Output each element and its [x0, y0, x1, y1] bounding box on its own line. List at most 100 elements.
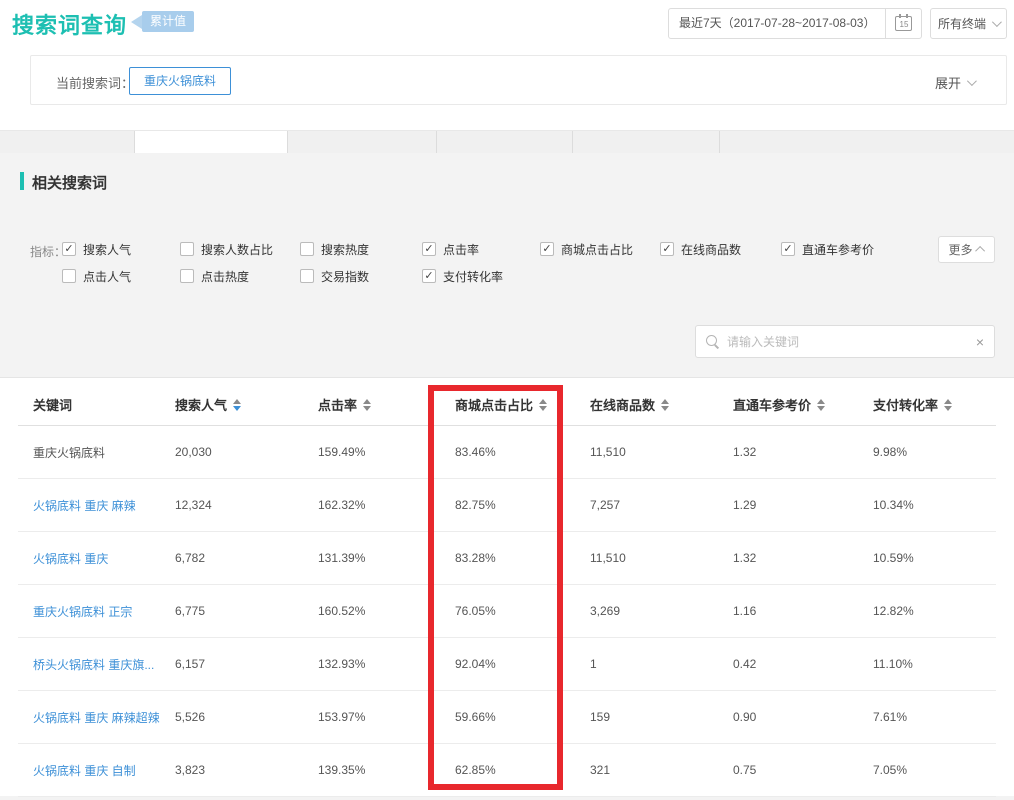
- metric-checkbox-online-products[interactable]: ✓ 在线商品数: [660, 241, 741, 257]
- keyword-link[interactable]: 桥头火锅底料 重庆旗...: [33, 658, 154, 672]
- sort-icon[interactable]: [539, 399, 547, 411]
- keyword-link[interactable]: 火锅底料 重庆 自制: [33, 764, 136, 778]
- sort-icon[interactable]: [233, 399, 241, 411]
- column-header-ztc-price[interactable]: 直通车参考价: [718, 395, 858, 414]
- column-header-search-popularity[interactable]: 搜索人气: [160, 395, 303, 414]
- page-title: 搜索词查询: [12, 8, 127, 40]
- current-term-button[interactable]: 重庆火锅底料: [129, 67, 231, 95]
- mall-click-ratio-cell: 83.46%: [440, 445, 575, 459]
- chevron-down-icon: [967, 76, 977, 86]
- online-products-cell: 7,257: [575, 498, 718, 512]
- tab-3[interactable]: [288, 131, 437, 154]
- metric-label: 点击率: [443, 241, 479, 258]
- column-header-mall-click-ratio[interactable]: 商城点击占比: [440, 395, 575, 414]
- keyword-cell: 重庆火锅底料 正宗: [18, 603, 160, 620]
- mall-click-ratio-cell: 76.05%: [440, 604, 575, 618]
- online-products-cell: 11,510: [575, 551, 718, 565]
- sort-icon[interactable]: [817, 399, 825, 411]
- pay-conversion-cell: 7.05%: [858, 763, 996, 777]
- checkbox-icon[interactable]: [300, 269, 314, 283]
- metric-checkbox-trade-index[interactable]: 交易指数: [300, 268, 369, 284]
- keyword-cell: 火锅底料 重庆: [18, 550, 160, 567]
- column-header-keyword: 关键词: [18, 395, 160, 414]
- keyword-cell: 重庆火锅底料: [18, 444, 160, 461]
- expand-toggle[interactable]: 展开: [935, 73, 974, 92]
- online-products-cell: 321: [575, 763, 718, 777]
- ztc-price-cell: 1.29: [718, 498, 858, 512]
- metric-checkbox-click-popularity[interactable]: 点击人气: [62, 268, 131, 284]
- tab-4[interactable]: [437, 131, 573, 154]
- keyword-link[interactable]: 火锅底料 重庆 麻辣超辣: [33, 711, 160, 725]
- keyword-cell: 桥头火锅底料 重庆旗...: [18, 656, 160, 673]
- calendar-button[interactable]: 15: [885, 9, 921, 38]
- checkbox-icon[interactable]: [180, 269, 194, 283]
- ctr-cell: 159.49%: [303, 445, 440, 459]
- tab-2-active[interactable]: [135, 131, 288, 154]
- online-products-cell: 159: [575, 710, 718, 724]
- pay-conversion-cell: 7.61%: [858, 710, 996, 724]
- table-row: 火锅底料 重庆 麻辣 12,324 162.32% 82.75% 7,257 1…: [18, 479, 996, 532]
- tab-6[interactable]: [720, 131, 1014, 154]
- sort-icon[interactable]: [363, 399, 371, 411]
- ctr-cell: 162.32%: [303, 498, 440, 512]
- tab-1[interactable]: [0, 131, 135, 154]
- metric-checkbox-pay-conversion[interactable]: ✓ 支付转化率: [422, 268, 503, 284]
- keyword-cell: 火锅底料 重庆 自制: [18, 762, 160, 779]
- current-term-label: 当前搜索词：: [56, 73, 134, 92]
- terminal-dropdown-label: 所有终端: [938, 15, 986, 32]
- online-products-cell: 11,510: [575, 445, 718, 459]
- column-header-ctr[interactable]: 点击率: [303, 395, 440, 414]
- checkbox-icon[interactable]: [180, 242, 194, 256]
- metric-checkbox-mall-click-ratio[interactable]: ✓ 商城点击占比: [540, 241, 633, 257]
- metric-label: 搜索人气: [83, 241, 131, 258]
- table-row: 桥头火锅底料 重庆旗... 6,157 132.93% 92.04% 1 0.4…: [18, 638, 996, 691]
- checkbox-icon[interactable]: ✓: [540, 242, 554, 256]
- keyword-link[interactable]: 火锅底料 重庆 麻辣: [33, 499, 136, 513]
- checkbox-icon[interactable]: [300, 242, 314, 256]
- section-title: 相关搜索词: [32, 172, 107, 193]
- search-popularity-cell: 3,823: [160, 763, 303, 777]
- metric-checkbox-ztc-price[interactable]: ✓ 直通车参考价: [781, 241, 874, 257]
- column-header-pay-conversion[interactable]: 支付转化率: [858, 395, 996, 414]
- metric-checkbox-ctr[interactable]: ✓ 点击率: [422, 241, 479, 257]
- tab-strip: [0, 130, 1014, 153]
- keyword-cell: 火锅底料 重庆 麻辣: [18, 497, 160, 514]
- metric-checkbox-search-popularity[interactable]: ✓ 搜索人气: [62, 241, 131, 257]
- date-range-text: 最近7天（2017-07-28~2017-08-03）: [669, 9, 885, 38]
- more-button[interactable]: 更多: [938, 236, 995, 263]
- mall-click-ratio-cell: 59.66%: [440, 710, 575, 724]
- ctr-cell: 132.93%: [303, 657, 440, 671]
- metric-label: 交易指数: [321, 268, 369, 285]
- keyword-search-input[interactable]: [727, 335, 976, 349]
- metric-checkbox-click-heat[interactable]: 点击热度: [180, 268, 249, 284]
- sort-icon[interactable]: [944, 399, 952, 411]
- column-header-online-products[interactable]: 在线商品数: [575, 395, 718, 414]
- date-range-picker[interactable]: 最近7天（2017-07-28~2017-08-03） 15: [668, 8, 922, 39]
- online-products-cell: 1: [575, 657, 718, 671]
- checkbox-icon[interactable]: ✓: [422, 242, 436, 256]
- metric-checkbox-search-heat[interactable]: 搜索热度: [300, 241, 369, 257]
- checkbox-icon[interactable]: ✓: [781, 242, 795, 256]
- checkbox-icon[interactable]: [62, 269, 76, 283]
- checkbox-icon[interactable]: ✓: [660, 242, 674, 256]
- keyword-link[interactable]: 重庆火锅底料 正宗: [33, 605, 132, 619]
- terminal-dropdown[interactable]: 所有终端: [930, 8, 1007, 39]
- search-popularity-cell: 12,324: [160, 498, 303, 512]
- keyword-link[interactable]: 火锅底料 重庆: [33, 552, 108, 566]
- table-row: 火锅底料 重庆 自制 3,823 139.35% 62.85% 321 0.75…: [18, 744, 996, 797]
- related-terms-table: 关键词 搜索人气 点击率 商城点击占比 在线商品数 直通车参考价 支付转化率 重…: [0, 377, 1014, 796]
- clear-icon[interactable]: ×: [976, 335, 984, 349]
- metric-label: 商城点击占比: [561, 241, 633, 258]
- checkbox-icon[interactable]: ✓: [422, 269, 436, 283]
- metrics-label: 指标：: [30, 243, 66, 260]
- search-popularity-cell: 6,157: [160, 657, 303, 671]
- metric-label: 在线商品数: [681, 241, 741, 258]
- search-popularity-cell: 6,782: [160, 551, 303, 565]
- metric-checkbox-searcher-ratio[interactable]: 搜索人数占比: [180, 241, 273, 257]
- tab-5[interactable]: [573, 131, 720, 154]
- checkbox-icon[interactable]: ✓: [62, 242, 76, 256]
- sort-icon[interactable]: [661, 399, 669, 411]
- ztc-price-cell: 0.90: [718, 710, 858, 724]
- ztc-price-cell: 1.16: [718, 604, 858, 618]
- metric-label: 点击热度: [201, 268, 249, 285]
